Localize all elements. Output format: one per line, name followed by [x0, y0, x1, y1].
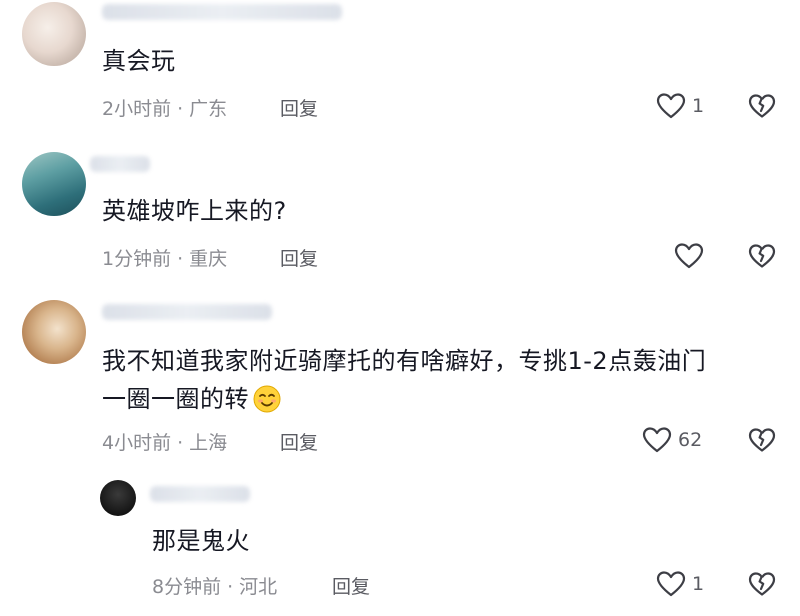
- comment-location: 重庆: [189, 248, 228, 270]
- like-button[interactable]: [674, 242, 710, 270]
- comment-time: 1分钟前: [102, 248, 172, 270]
- username-blurred[interactable]: [102, 4, 342, 20]
- comment-meta: 1分钟前 · 重庆: [102, 244, 227, 271]
- smiling-face-emoji: [253, 385, 281, 413]
- avatar[interactable]: [100, 480, 136, 516]
- reply-time: 8分钟前: [152, 576, 222, 598]
- reply-button[interactable]: 回复: [280, 428, 318, 455]
- comment-item: 英雄坡咋上来的? 1分钟前 · 重庆 回复: [0, 140, 800, 290]
- meta-separator: ·: [177, 248, 184, 270]
- comment-meta: 2小时前 · 广东: [102, 94, 227, 121]
- dislike-button[interactable]: [748, 570, 776, 598]
- heart-outline-icon: [642, 427, 672, 453]
- like-count: 1: [692, 573, 705, 595]
- like-count: 62: [678, 429, 703, 451]
- meta-separator: ·: [177, 98, 184, 120]
- reply-button[interactable]: 回复: [280, 94, 318, 121]
- comment-text: 英雄坡咋上来的?: [102, 197, 287, 225]
- comment-time: 4小时前: [102, 432, 172, 454]
- comment-location: 上海: [189, 432, 228, 454]
- comment-text-line: 一圈一圈的转: [102, 380, 792, 418]
- username-blurred[interactable]: [150, 486, 250, 502]
- comment-text-line: 我不知道我家附近骑摩托的有啥癖好，专挑1-2点轰油门: [102, 347, 707, 375]
- reply-location: 河北: [239, 576, 278, 598]
- comment-location: 广东: [189, 98, 228, 120]
- reply-button[interactable]: 回复: [332, 572, 370, 599]
- comment-text: 我不知道我家附近骑摩托的有啥癖好，专挑1-2点轰油门 一圈一圈的转: [102, 342, 792, 418]
- heart-outline-icon: [656, 93, 686, 119]
- dislike-button[interactable]: [748, 242, 776, 270]
- like-count: 1: [692, 95, 705, 117]
- comment-text: 真会玩: [102, 47, 176, 75]
- heart-outline-icon: [656, 571, 686, 597]
- heart-outline-icon: [674, 243, 704, 269]
- reply-item: 那是鬼火 8分钟前 · 河北 回复 1: [0, 470, 800, 616]
- username-blurred[interactable]: [102, 304, 272, 320]
- reply-button[interactable]: 回复: [280, 244, 318, 271]
- dislike-button[interactable]: [748, 426, 776, 454]
- comment-time: 2小时前: [102, 98, 172, 120]
- like-button[interactable]: 1: [656, 570, 704, 598]
- like-button[interactable]: 1: [656, 92, 704, 120]
- broken-heart-icon: [748, 572, 776, 596]
- reply-text: 那是鬼火: [152, 527, 250, 555]
- comment-item: 我不知道我家附近骑摩托的有啥癖好，专挑1-2点轰油门 一圈一圈的转 4小时前 · 上…: [0, 290, 800, 470]
- comment-text-fragment: 一圈一圈的转: [102, 385, 249, 413]
- meta-separator: ·: [177, 432, 184, 454]
- comment-meta: 4小时前 · 上海: [102, 428, 227, 455]
- avatar[interactable]: [22, 2, 86, 66]
- meta-separator: ·: [227, 576, 234, 598]
- reply-meta: 8分钟前 · 河北: [152, 572, 277, 599]
- avatar[interactable]: [22, 300, 86, 364]
- avatar[interactable]: [22, 152, 86, 216]
- like-button[interactable]: 62: [642, 426, 702, 454]
- broken-heart-icon: [748, 244, 776, 268]
- username-blurred[interactable]: [90, 156, 150, 172]
- comment-item: 真会玩 2小时前 · 广东 回复 1: [0, 0, 800, 140]
- broken-heart-icon: [748, 94, 776, 118]
- broken-heart-icon: [748, 428, 776, 452]
- dislike-button[interactable]: [748, 92, 776, 120]
